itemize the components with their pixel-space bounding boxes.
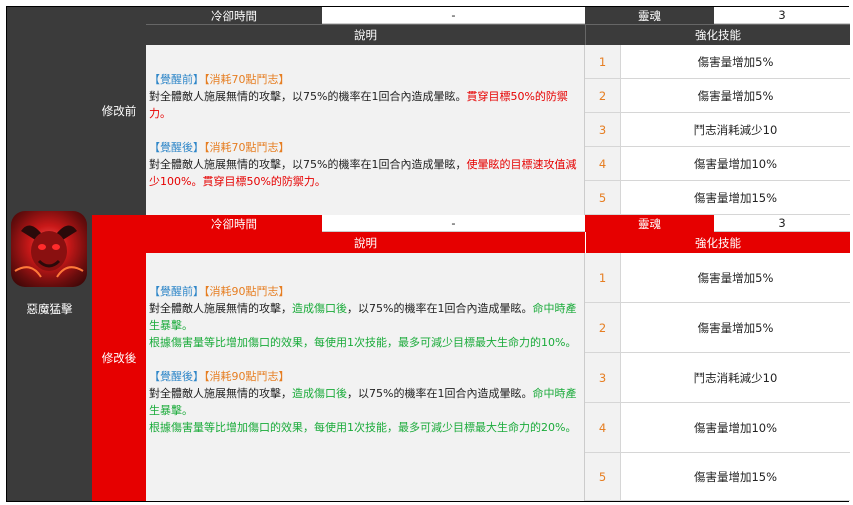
awaken-tag: 【覺醒後】 [149, 141, 204, 154]
enhance-text: 傷害量增加5% [621, 79, 850, 113]
enhance-text: 傷害量增加10% [621, 147, 850, 181]
cooldown-value: - [322, 215, 585, 232]
enhance-num: 2 [585, 79, 621, 113]
enhance-num: 1 [585, 45, 621, 79]
version-label-after: 修改後 [92, 215, 146, 501]
enhance-header: 強化技能 [585, 232, 850, 253]
skill-comparison-table: 惡魔猛擊 修改前 修改後 冷卻時間 - 靈魂 3 說明 強化技能 【覺醒前】【消… [6, 6, 850, 502]
enhance-text: 傷害量增加10% [621, 403, 850, 453]
version-label-before: 修改前 [92, 7, 146, 215]
desc-highlight: 造成傷口後 [292, 387, 347, 400]
soul-value: 3 [714, 7, 850, 24]
enhance-text: 傷害量增加15% [621, 453, 850, 501]
skill-column: 惡魔猛擊 [7, 7, 92, 501]
cooldown-header: 冷卻時間 [146, 215, 322, 232]
enhance-num: 3 [585, 353, 621, 403]
soul-header: 靈魂 [585, 215, 714, 232]
description-header: 說明 [146, 232, 585, 253]
cooldown-value: - [322, 7, 585, 24]
enhance-text: 鬥志消耗減少10 [621, 353, 850, 403]
demon-skill-icon [11, 211, 87, 287]
desc-highlight: 根據傷害量等比增加傷口的效果，每使用1次技能，最多可減少目標最大生命力的20%。 [149, 421, 577, 434]
pre-awaken-block: 【覺醒前】【消耗70點鬥志】 對全體敵人施展無情的攻擊，以75%的機率在1回合內… [149, 71, 580, 122]
enhance-num: 5 [585, 453, 621, 501]
post-awaken-block: 【覺醒後】【消耗90點鬥志】 對全體敵人施展無情的攻擊，造成傷口後，以75%的機… [149, 368, 580, 436]
awaken-tag: 【覺醒前】 [149, 73, 204, 86]
desc-text: ，以75%的機率在1回合內造成暈眩。 [347, 302, 533, 315]
enhance-text: 傷害量增加5% [621, 303, 850, 353]
description-header: 說明 [146, 24, 585, 45]
post-awaken-block: 【覺醒後】【消耗70點鬥志】 對全體敵人施展無情的攻擊，以75%的機率在1回合內… [149, 139, 580, 190]
cooldown-header: 冷卻時間 [146, 7, 322, 24]
desc-text: 對全體敵人施展無情的攻擊， [149, 302, 292, 315]
description-before: 【覺醒前】【消耗70點鬥志】 對全體敵人施展無情的攻擊，以75%的機率在1回合內… [146, 45, 585, 215]
soul-value: 3 [714, 215, 850, 232]
enhance-num: 5 [585, 181, 621, 215]
enhance-text: 傷害量增加5% [621, 45, 850, 79]
awaken-tag: 【覺醒前】 [149, 285, 204, 298]
enhance-text: 傷害量增加5% [621, 253, 850, 303]
enhance-num: 4 [585, 403, 621, 453]
cost-tag: 【消耗70點鬥志】 [204, 141, 290, 154]
cost-tag: 【消耗90點鬥志】 [204, 370, 290, 383]
desc-text: 對全體敵人施展無情的攻擊， [149, 387, 292, 400]
awaken-tag: 【覺醒後】 [149, 370, 204, 383]
skill-name: 惡魔猛擊 [26, 302, 73, 316]
soul-header: 靈魂 [585, 7, 714, 24]
cost-tag: 【消耗70點鬥志】 [204, 73, 290, 86]
enhance-num: 3 [585, 113, 621, 147]
enhance-num: 2 [585, 303, 621, 353]
desc-text: ，以75%的機率在1回合內造成暈眩。 [347, 387, 533, 400]
enhance-num: 1 [585, 253, 621, 303]
cost-tag: 【消耗90點鬥志】 [204, 285, 290, 298]
enhance-text: 鬥志消耗減少10 [621, 113, 850, 147]
enhance-text: 傷害量增加15% [621, 181, 850, 215]
desc-highlight: 造成傷口後 [292, 302, 347, 315]
desc-text: 對全體敵人施展無情的攻擊，以75%的機率在1回合內造成暈眩， [149, 158, 467, 171]
enhance-num: 4 [585, 147, 621, 181]
enhance-header: 強化技能 [585, 24, 850, 45]
desc-text: 對全體敵人施展無情的攻擊，以75%的機率在1回合內造成暈眩。 [149, 90, 467, 103]
desc-highlight: 根據傷害量等比增加傷口的效果，每使用1次技能，最多可減少目標最大生命力的10%。 [149, 336, 577, 349]
pre-awaken-block: 【覺醒前】【消耗90點鬥志】 對全體敵人施展無情的攻擊，造成傷口後，以75%的機… [149, 283, 580, 351]
description-after: 【覺醒前】【消耗90點鬥志】 對全體敵人施展無情的攻擊，造成傷口後，以75%的機… [146, 253, 585, 501]
